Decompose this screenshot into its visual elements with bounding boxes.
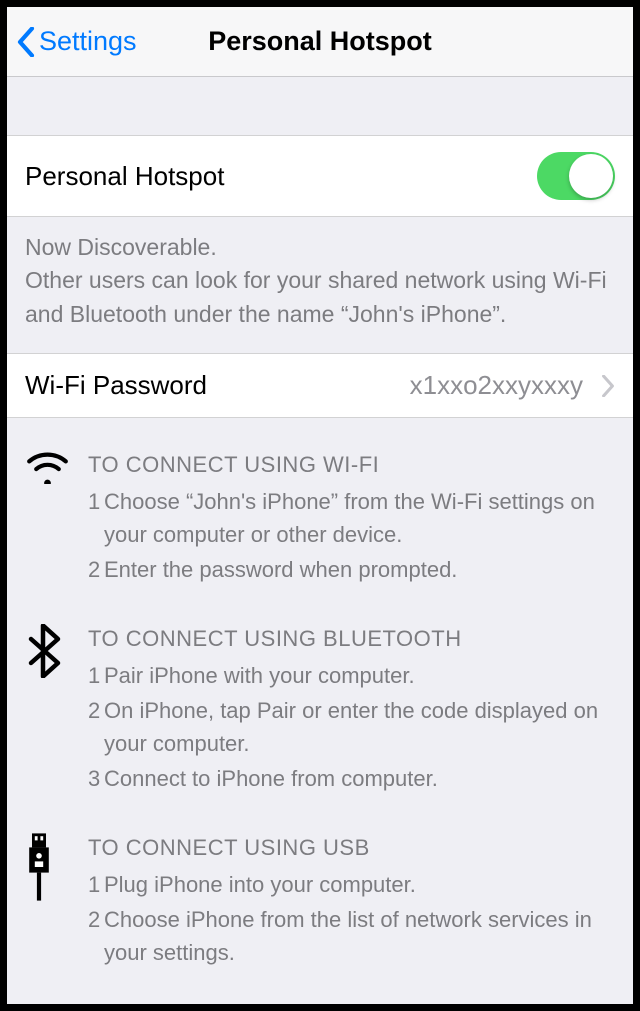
bluetooth-icon: [25, 624, 61, 678]
description-block: Now Discoverable. Other users can look f…: [7, 217, 633, 354]
hotspot-toggle-label: Personal Hotspot: [25, 161, 224, 192]
instruction-wifi-title: TO CONNECT USING WI-FI: [88, 448, 615, 481]
usb-icon: [25, 833, 53, 901]
wifi-password-label: Wi-Fi Password: [25, 370, 207, 401]
navigation-bar: Settings Personal Hotspot: [7, 7, 633, 77]
instruction-usb-step: 1Plug iPhone into your computer.: [88, 868, 615, 901]
instruction-wifi-step: 1Choose “John's iPhone” from the Wi-Fi s…: [88, 485, 615, 551]
toggle-knob: [569, 154, 613, 198]
wifi-password-row[interactable]: Wi-Fi Password x1xxo2xxyxxxy: [7, 354, 633, 418]
instruction-bluetooth-step: 2On iPhone, tap Pair or enter the code d…: [88, 694, 615, 760]
back-button[interactable]: Settings: [7, 26, 137, 57]
section-spacer: [7, 77, 633, 135]
chevron-left-icon: [17, 27, 35, 57]
instruction-usb-title: TO CONNECT USING USB: [88, 831, 615, 864]
instruction-wifi-step: 2Enter the password when prompted.: [88, 553, 615, 586]
instruction-bluetooth-step: 3Connect to iPhone from computer.: [88, 762, 615, 795]
wifi-password-value: x1xxo2xxyxxxy: [410, 370, 583, 401]
instruction-bluetooth-step: 1Pair iPhone with your computer.: [88, 659, 615, 692]
instruction-bluetooth: TO CONNECT USING BLUETOOTH 1Pair iPhone …: [25, 622, 615, 797]
instruction-wifi: TO CONNECT USING WI-FI 1Choose “John's i…: [25, 448, 615, 588]
description-line1: Now Discoverable.: [25, 231, 615, 264]
wifi-icon: [25, 450, 70, 484]
chevron-right-icon: [601, 375, 615, 397]
instruction-bluetooth-title: TO CONNECT USING BLUETOOTH: [88, 622, 615, 655]
instruction-usb-step: 2Choose iPhone from the list of network …: [88, 903, 615, 969]
description-line2: Other users can look for your shared net…: [25, 264, 615, 331]
instruction-usb: TO CONNECT USING USB 1Plug iPhone into y…: [25, 831, 615, 971]
hotspot-toggle-row: Personal Hotspot: [7, 135, 633, 217]
instructions-section: TO CONNECT USING WI-FI 1Choose “John's i…: [7, 418, 633, 991]
back-label: Settings: [39, 26, 137, 57]
hotspot-toggle[interactable]: [537, 152, 615, 200]
